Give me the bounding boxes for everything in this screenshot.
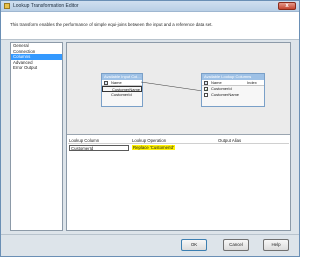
lookup-mapping-grid: Lookup Column Lookup Operation Output Al… — [68, 137, 289, 151]
button-separator — [1, 234, 299, 235]
nav-item-error-output[interactable]: Error Output — [11, 65, 62, 71]
app-icon — [4, 3, 10, 9]
available-input-columns-table[interactable]: Available Input Col... Name CustomerName… — [101, 73, 143, 107]
column-mapping-canvas[interactable]: Available Input Col... Name CustomerName… — [67, 43, 290, 135]
lookup-column-header: Lookup Column — [69, 138, 100, 143]
available-lookup-columns-table[interactable]: Available Lookup Columns Name Index ✓ Cu… — [201, 73, 265, 107]
lookup-operation-value: Replace 'CustomerId' — [132, 145, 175, 150]
join-connector-line[interactable] — [141, 81, 203, 93]
mapping-row[interactable]: CustomerId Replace 'CustomerId' — [68, 144, 289, 151]
lookup-transformation-editor-window: Lookup Transformation Editor x This tran… — [0, 0, 300, 257]
grid-icon — [104, 81, 108, 85]
help-button[interactable]: Help — [263, 239, 289, 251]
lookup-operation-header: Lookup Operation — [132, 138, 167, 143]
window-title: Lookup Transformation Editor — [13, 3, 79, 9]
cancel-button[interactable]: Cancel — [223, 239, 249, 251]
input-column-name: CustomerId — [111, 92, 132, 97]
checked-checkbox-icon[interactable]: ✓ — [204, 87, 208, 92]
header-description: This transform enables the performance o… — [10, 22, 213, 27]
input-column-row[interactable]: CustomerId — [102, 92, 142, 98]
ok-button[interactable]: OK — [181, 239, 207, 251]
title-bar[interactable]: Lookup Transformation Editor x — [1, 1, 299, 12]
lookup-operation-cell[interactable]: Replace 'CustomerId' — [132, 144, 218, 151]
columns-panel: Available Input Col... Name CustomerName… — [66, 42, 291, 231]
lookup-column-row[interactable]: CustomerName — [202, 92, 264, 98]
mapping-grid-header: Lookup Column Lookup Operation Output Al… — [68, 137, 289, 144]
grid-icon — [204, 81, 208, 85]
lookup-column-name: CustomerName — [211, 92, 240, 97]
header-panel: This transform enables the performance o… — [1, 12, 299, 40]
nav-list: General Connection Columns Advanced Erro… — [10, 42, 63, 231]
output-alias-header: Output Alias — [218, 138, 242, 143]
lookup-column-cell[interactable]: CustomerId — [69, 144, 129, 151]
close-button[interactable]: x — [278, 2, 296, 10]
unchecked-checkbox-icon[interactable] — [204, 93, 208, 97]
